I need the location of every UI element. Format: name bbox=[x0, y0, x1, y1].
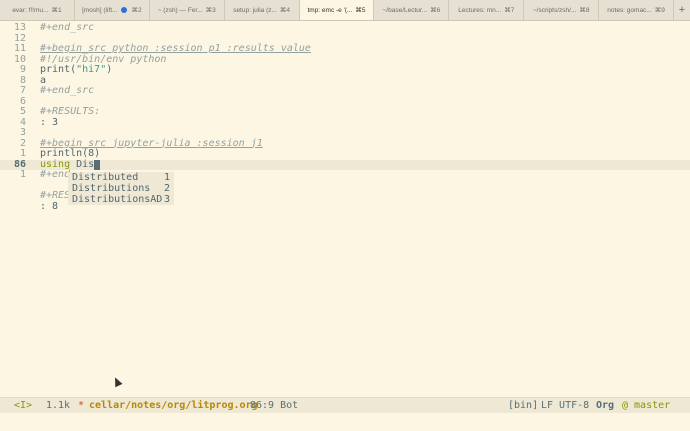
code-line[interactable]: 13 #+end_src bbox=[0, 22, 690, 34]
line-text: #+end_src bbox=[40, 85, 95, 96]
activity-dot-icon bbox=[121, 7, 128, 13]
keyword: using bbox=[40, 158, 71, 170]
tab-label: ~/base/Lectur... bbox=[382, 6, 428, 14]
tab-8[interactable]: ~/scripts/zsh/... ⌘8 bbox=[524, 0, 600, 20]
git-branch: @ master bbox=[622, 400, 671, 411]
tab-shortcut: ⌘5 bbox=[355, 7, 366, 14]
new-tab-button[interactable]: + bbox=[674, 0, 690, 20]
tab-label: ~ (zsh) — Fer... bbox=[157, 6, 203, 14]
tab-shortcut: ⌘3 bbox=[205, 7, 216, 14]
tab-2[interactable]: [mosh] (lift... ⌘2 bbox=[75, 0, 150, 20]
code-line[interactable]: 1 println(8) bbox=[0, 148, 690, 160]
code-line[interactable]: 8a bbox=[0, 75, 690, 87]
tab-shortcut: ⌘6 bbox=[430, 7, 441, 14]
tab-4[interactable]: setup: julia (z... ⌘4 bbox=[225, 0, 300, 20]
code-line[interactable]: 86 using Dis bbox=[0, 158, 690, 170]
completion-item[interactable]: Distributions 2 bbox=[68, 183, 174, 194]
tab-shortcut: ⌘8 bbox=[579, 7, 590, 14]
line-number: 7 bbox=[19, 85, 26, 96]
buffer-size: 1.1k bbox=[46, 400, 71, 411]
completion-index: 2 bbox=[163, 183, 170, 194]
modified-indicator: * bbox=[78, 400, 85, 411]
line-text: : 8 bbox=[40, 200, 59, 212]
file-encoding-bin: [bin] bbox=[508, 400, 539, 411]
tab-label: Lectures: mn... bbox=[458, 6, 502, 14]
line-number: 13 bbox=[13, 22, 26, 33]
code-line[interactable]: 3 bbox=[0, 127, 690, 139]
tab-shortcut: ⌘7 bbox=[504, 7, 515, 14]
buffer-path: cellar/notes/org/litprog.org bbox=[89, 400, 258, 411]
file-encoding: LF UTF-8 bbox=[541, 400, 590, 411]
line-number: 1 bbox=[19, 148, 26, 159]
editor-buffer[interactable]: 13 #+end_src 12 11 #+begin_src python :sessi… bbox=[0, 20, 690, 396]
completion-name: DistributionsAD bbox=[72, 194, 163, 205]
completion-name: Distributed bbox=[72, 172, 139, 183]
line-number: 1 bbox=[19, 169, 26, 180]
mode-line: <I> 1.1k * cellar/notes/org/litprog.org … bbox=[0, 397, 690, 413]
code-line[interactable]: 9 print("hi7") bbox=[0, 64, 690, 76]
tab-shortcut: ⌘1 bbox=[51, 7, 62, 14]
code-line[interactable]: 6 bbox=[0, 96, 690, 108]
tab-7[interactable]: Lectures: mn... ⌘7 bbox=[449, 0, 525, 20]
string-literal: "hi7" bbox=[76, 64, 107, 75]
tab-label: evar: f!!mu... bbox=[12, 6, 49, 14]
tab-label: [mosh] (lift... bbox=[82, 6, 118, 14]
line-number: 3 bbox=[19, 127, 26, 138]
completion-name: Distributions bbox=[72, 183, 151, 194]
code-line[interactable]: 11 #+begin_src python :session p1 :result… bbox=[0, 43, 690, 55]
tab-3[interactable]: ~ (zsh) — Fer... ⌘3 bbox=[150, 0, 225, 20]
line-text: #+end_src bbox=[40, 22, 95, 33]
completion-index: 1 bbox=[163, 172, 170, 183]
tab-shortcut: ⌘2 bbox=[131, 7, 142, 14]
line-number: 9 bbox=[19, 64, 26, 75]
line-text: #+RES bbox=[40, 190, 71, 201]
text-cursor-icon bbox=[94, 159, 101, 170]
line-number: 11 bbox=[13, 43, 26, 54]
code-line[interactable]: 4: 3 bbox=[0, 116, 690, 129]
line-text: #+RESULTS: bbox=[40, 106, 101, 117]
line-text: : 3 bbox=[40, 116, 59, 128]
tab-label: notes: gomac... bbox=[607, 6, 652, 14]
completion-item[interactable]: DistributionsAD 3 bbox=[68, 194, 174, 205]
line-text: print("hi7") bbox=[40, 64, 113, 75]
code-line[interactable]: 2 #+begin_src jupyter-julia :session j1 bbox=[0, 138, 690, 150]
tab-5[interactable]: tmp: emc -e '(... ⌘5 bbox=[299, 0, 375, 20]
tab-shortcut: ⌘9 bbox=[654, 7, 665, 14]
line-number: 5 bbox=[19, 106, 26, 117]
completion-index: 3 bbox=[163, 194, 170, 205]
tab-label: tmp: emc -e '(... bbox=[307, 6, 353, 14]
tab-6[interactable]: ~/base/Lectur... ⌘6 bbox=[374, 0, 450, 20]
code-line[interactable]: 7 #+end_src bbox=[0, 85, 690, 97]
cursor-position: 86:9 Bot bbox=[250, 400, 299, 411]
line-text: #+end bbox=[40, 169, 71, 180]
tab-1[interactable]: evar: f!!mu... ⌘1 bbox=[0, 0, 75, 20]
tab-label: setup: julia (z... bbox=[233, 6, 277, 14]
code-line[interactable]: 5 #+RESULTS: bbox=[0, 106, 690, 118]
line-text: #+begin_src python :session p1 :results … bbox=[40, 43, 311, 54]
major-mode: Org bbox=[596, 400, 615, 411]
completion-popup: Distributed 1 Distributions 2 DistributionsA… bbox=[68, 172, 174, 205]
tab-label: ~/scripts/zsh/... bbox=[532, 6, 577, 14]
tab-bar: evar: f!!mu... ⌘1 [mosh] (lift... ⌘2 ~ (zsh)… bbox=[0, 0, 690, 21]
evil-state: <I> bbox=[14, 400, 33, 411]
tab-shortcut: ⌘4 bbox=[279, 7, 291, 14]
tab-9[interactable]: notes: gomac... ⌘9 bbox=[599, 0, 675, 20]
completion-item[interactable]: Distributed 1 bbox=[68, 172, 174, 183]
